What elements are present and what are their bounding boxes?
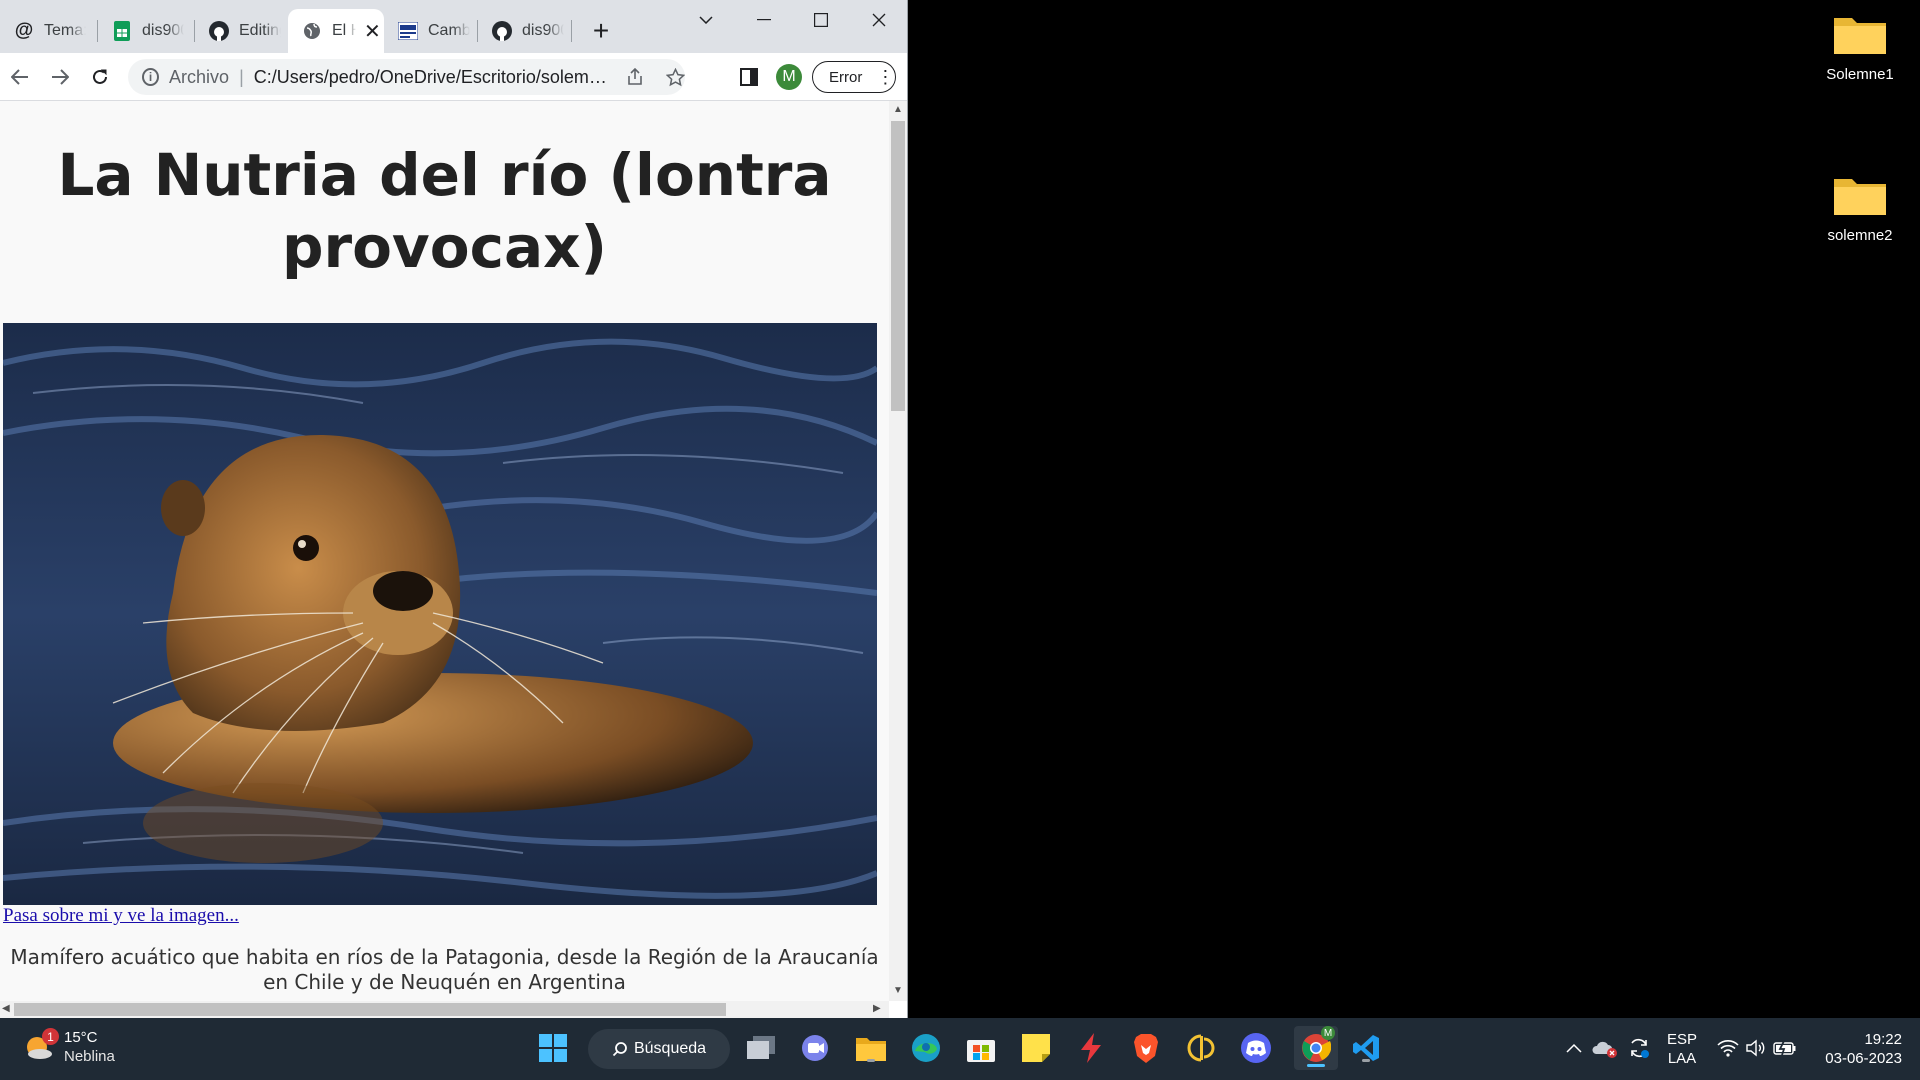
tab-editing-github[interactable]: Editing bbox=[195, 9, 288, 53]
weather-sun-icon: 1 bbox=[24, 1028, 59, 1062]
desktop-folder-solemne1[interactable]: Solemne1 bbox=[1810, 12, 1910, 83]
hover-image-link[interactable]: Pasa sobre mi y ve la imagen... bbox=[3, 905, 239, 927]
scroll-down-icon[interactable]: ▼ bbox=[893, 985, 903, 996]
tab-cambi[interactable]: Cambi bbox=[384, 9, 478, 53]
browser-toolbar: i Archivo | C:/Users/pedro/OneDrive/Escr… bbox=[0, 53, 907, 101]
tab-separator bbox=[571, 20, 572, 42]
side-panel-icon[interactable] bbox=[733, 61, 765, 93]
sheets-icon bbox=[112, 21, 132, 41]
scroll-up-icon[interactable]: ▲ bbox=[893, 104, 903, 115]
desktop-icon-label: solemne2 bbox=[1827, 227, 1893, 244]
audio-app-icon[interactable] bbox=[1184, 1031, 1218, 1065]
weather-badge: 1 bbox=[42, 1028, 59, 1045]
horizontal-scrollbar[interactable]: ◀ ▶ bbox=[0, 1001, 889, 1018]
volume-icon[interactable] bbox=[1744, 1031, 1768, 1065]
tab-strip: @ Tema: dis900 Editing El H ✕ bbox=[0, 0, 907, 53]
onedrive-error-icon[interactable] bbox=[1592, 1031, 1618, 1065]
scroll-right-icon[interactable]: ▶ bbox=[873, 1003, 881, 1014]
github-icon bbox=[492, 21, 512, 41]
otter-description: Mamífero acuático que habita en ríos de … bbox=[10, 945, 879, 994]
tab-tema[interactable]: @ Tema: bbox=[0, 9, 98, 53]
desktop-icon-label: Solemne1 bbox=[1826, 66, 1894, 83]
system-clock[interactable]: 19:22 03-06-2023 bbox=[1812, 1030, 1902, 1068]
reload-button[interactable] bbox=[84, 61, 116, 93]
folder-icon bbox=[1832, 173, 1888, 217]
info-icon[interactable]: i bbox=[142, 68, 160, 86]
bolt-app-icon[interactable] bbox=[1074, 1031, 1108, 1065]
battery-icon[interactable] bbox=[1772, 1031, 1798, 1065]
chrome-icon[interactable]: M bbox=[1294, 1026, 1338, 1070]
running-indicator bbox=[867, 1059, 875, 1062]
search-label: Búsqueda bbox=[633, 1040, 707, 1057]
discord-icon[interactable] bbox=[1239, 1031, 1273, 1065]
teams-chat-icon[interactable] bbox=[799, 1031, 833, 1065]
weather-condition: Neblina bbox=[64, 1048, 115, 1065]
page-viewport: La Nutria del río (lontra provocax) Pasa… bbox=[0, 101, 889, 1001]
github-icon bbox=[209, 21, 229, 41]
active-indicator bbox=[1307, 1064, 1325, 1067]
folder-icon bbox=[1832, 12, 1888, 56]
vertical-scroll-thumb[interactable] bbox=[891, 121, 905, 411]
back-button[interactable] bbox=[4, 61, 36, 93]
forward-button[interactable] bbox=[44, 61, 76, 93]
desktop-folder-solemne2[interactable]: solemne2 bbox=[1810, 173, 1910, 244]
language-code: ESP bbox=[1667, 1031, 1698, 1048]
file-explorer-icon[interactable] bbox=[854, 1031, 888, 1065]
task-view-icon[interactable] bbox=[744, 1031, 778, 1065]
vscode-icon[interactable] bbox=[1349, 1031, 1383, 1065]
language-indicator[interactable]: ESP LAA bbox=[1667, 1030, 1697, 1068]
vertical-scrollbar[interactable]: ▲ ▼ bbox=[889, 101, 907, 1001]
tab-dis900-github[interactable]: dis900 bbox=[478, 9, 572, 53]
weather-temp: 15°C bbox=[64, 1029, 98, 1046]
page-title: La Nutria del río (lontra provocax) bbox=[57, 141, 832, 281]
otter-image bbox=[3, 323, 877, 905]
minimize-button[interactable] bbox=[736, 0, 792, 40]
error-menu-button[interactable]: Error ⋮ bbox=[812, 61, 896, 93]
tab-el-h-active[interactable]: El H ✕ bbox=[288, 9, 384, 53]
profile-avatar[interactable]: M bbox=[776, 64, 802, 90]
chevron-up-icon[interactable] bbox=[1562, 1031, 1586, 1065]
address-divider: | bbox=[239, 66, 244, 87]
sync-icon[interactable] bbox=[1626, 1031, 1652, 1065]
address-bar[interactable]: i Archivo | C:/Users/pedro/OneDrive/Escr… bbox=[128, 59, 685, 95]
at-icon: @ bbox=[14, 20, 34, 41]
close-tab-icon[interactable]: ✕ bbox=[364, 19, 381, 44]
running-indicator bbox=[1362, 1059, 1370, 1062]
error-label: Error bbox=[829, 68, 863, 86]
sticky-notes-icon[interactable] bbox=[1019, 1031, 1053, 1065]
tab-dis900-sheets[interactable]: dis900 bbox=[98, 9, 195, 53]
search-icon bbox=[612, 1041, 628, 1057]
taskbar: 1 15°C Neblina Búsqueda M ESP LAA 19:22 … bbox=[0, 1018, 1920, 1080]
brave-icon[interactable] bbox=[1129, 1031, 1163, 1065]
clock-date: 03-06-2023 bbox=[1825, 1050, 1902, 1067]
clock-time: 19:22 bbox=[1864, 1031, 1902, 1048]
share-icon[interactable] bbox=[626, 68, 644, 86]
globe-icon bbox=[302, 21, 322, 41]
keyboard-layout: LAA bbox=[1667, 1050, 1697, 1067]
bookmark-star-icon[interactable] bbox=[666, 67, 685, 87]
weather-widget[interactable]: 1 15°C Neblina bbox=[24, 1028, 115, 1066]
scroll-left-icon[interactable]: ◀ bbox=[2, 1003, 10, 1014]
address-scheme: Archivo bbox=[169, 66, 230, 87]
kebab-menu-icon: ⋮ bbox=[876, 67, 894, 87]
start-button[interactable] bbox=[536, 1031, 570, 1065]
maximize-button[interactable] bbox=[793, 0, 849, 40]
browser-window: @ Tema: dis900 Editing El H ✕ bbox=[0, 0, 908, 1018]
tab-search-icon[interactable] bbox=[678, 0, 734, 40]
horizontal-scroll-thumb[interactable] bbox=[14, 1003, 726, 1016]
site-icon bbox=[398, 21, 418, 41]
wifi-icon[interactable] bbox=[1716, 1031, 1740, 1065]
microsoft-store-icon[interactable] bbox=[964, 1031, 998, 1065]
edge-icon[interactable] bbox=[909, 1031, 943, 1065]
taskbar-search[interactable]: Búsqueda bbox=[588, 1029, 730, 1069]
chrome-profile-badge: M bbox=[1321, 1026, 1335, 1040]
new-tab-button[interactable]: + bbox=[585, 15, 617, 47]
close-window-button[interactable] bbox=[851, 0, 907, 40]
address-url: C:/Users/pedro/OneDrive/Escritorio/solem… bbox=[253, 66, 612, 87]
